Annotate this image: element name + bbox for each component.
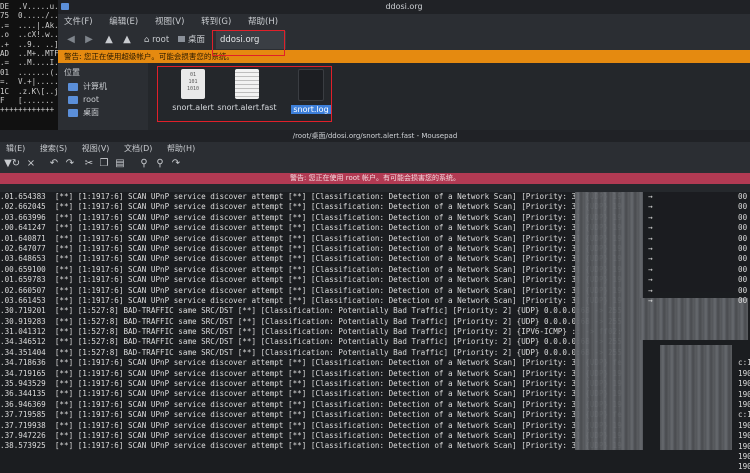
mousepad-menubar: 辑(E) 搜索(S) 视图(V) 文档(D) 帮助(H): [0, 142, 750, 155]
line-tail: 1900: [738, 400, 750, 409]
terminal-line: 01 .......(.: [0, 67, 58, 77]
terminal-line: AD ..M+..MTF: [0, 49, 58, 59]
copy-icon[interactable]: ❐: [98, 157, 110, 171]
file-manager-menubar: 文件(F) 编辑(E) 视图(V) 转到(G) 帮助(H): [58, 14, 750, 30]
line-tail: →: [648, 296, 653, 305]
computer-icon: [68, 82, 78, 91]
line-tail: 1900: [738, 420, 750, 430]
menu-help[interactable]: 帮助(H): [248, 17, 278, 27]
reload-icon[interactable]: ↻: [10, 157, 22, 171]
root-warning-bar: 警告: 您正在使用超级帐户。可能会损害您的系统。: [58, 50, 750, 63]
line-tail: 00: [738, 233, 748, 243]
highlight-box-breadcrumb: [212, 30, 285, 56]
right-fragments: →→→→→→→→→→→c:191900190019001900c:1919001…: [646, 192, 750, 471]
search-icon[interactable]: ⚲: [138, 157, 150, 171]
breadcrumb-desktop[interactable]: 桌面: [178, 33, 205, 47]
menu-edit[interactable]: 辑(E): [6, 144, 25, 153]
redacted-region: [575, 192, 643, 450]
terminal-line: DE .V.....u.: [0, 2, 58, 11]
file-manager-toolbar: ◀ ▶ ▲ ▲ ⌂ root 桌面 ddosi.org: [58, 30, 750, 50]
line-tail: 00: [738, 285, 748, 295]
line-tail: →: [648, 202, 653, 212]
menu-search[interactable]: 搜索(S): [40, 144, 67, 153]
terminal-line: .= ....|.Ak.: [0, 20, 58, 30]
cut-icon[interactable]: ✂: [83, 157, 95, 171]
line-tail: 1900: [738, 389, 750, 399]
line-tail: →: [648, 233, 653, 243]
menu-go[interactable]: 转到(G): [201, 17, 231, 27]
close-icon[interactable]: ×: [25, 157, 37, 171]
line-tail: →: [648, 254, 653, 264]
sidebar-item-computer[interactable]: 计算机: [68, 81, 107, 93]
breadcrumb-root[interactable]: ⌂ root: [144, 33, 169, 47]
menu-file[interactable]: 文件(F): [64, 17, 93, 27]
home-icon: ⌂: [144, 35, 153, 45]
menu-document[interactable]: 文档(D): [124, 144, 152, 153]
line-tail: 1900: [738, 462, 750, 472]
terminal-line: ++++++++++++: [0, 105, 55, 115]
menu-edit[interactable]: 编辑(E): [109, 17, 138, 27]
terminal-line: =. V.+|.....: [0, 77, 58, 87]
line-tail: 00: [738, 296, 748, 305]
line-tail: 1900: [738, 452, 750, 461]
sidebar-header: 位置: [64, 68, 80, 77]
line-tail: c:19: [738, 358, 750, 368]
forward-icon[interactable]: ▶: [82, 33, 96, 47]
terminal-line: 75 0...../..: [0, 11, 58, 21]
line-tail: →: [648, 275, 653, 285]
line-tail: 00: [738, 192, 748, 201]
mousepad-toolbar: ▼ ↻ × ↶ ↷ ✂ ❐ ▤ ⚲ ⚲ ↷: [0, 155, 750, 173]
line-tail: 00: [738, 202, 748, 212]
menu-help[interactable]: 帮助(H): [167, 144, 195, 153]
menu-view[interactable]: 视图(V): [82, 144, 110, 153]
terminal-line: .= ..M....I.: [0, 58, 58, 68]
line-tail: c:19: [738, 410, 750, 420]
back-icon[interactable]: ◀: [64, 33, 78, 47]
line-tail: 00: [738, 254, 748, 264]
folder-icon: [61, 3, 69, 10]
menu-view[interactable]: 视图(V): [155, 17, 184, 27]
background-terminal: DE .V.....u. 75 0...../.. .= ....|.Ak. .o .…: [0, 0, 58, 132]
mousepad-title: /root/桌面/ddosi.org/snort.alert.fast - Mo…: [0, 130, 750, 142]
line-tail: →: [648, 285, 653, 295]
line-tail: →: [648, 244, 653, 253]
folder-icon: [178, 36, 185, 42]
line-tail: →: [648, 212, 653, 222]
line-tail: 00: [738, 244, 748, 253]
highlight-box-files: [157, 66, 332, 122]
root-warning-bar: 警告: 您正在使用 root 帐户。有可能会损害您的系统。: [0, 173, 750, 184]
undo-icon[interactable]: ↶: [48, 157, 60, 171]
terminal-line: 1C .z.K\[..j: [0, 86, 58, 96]
line-tail: 00: [738, 223, 748, 233]
desktop-icon: [68, 108, 78, 117]
terminal-line: F [.......: [0, 96, 55, 106]
line-tail: →: [648, 223, 653, 233]
paste-icon[interactable]: ▤: [114, 157, 126, 171]
sidebar: 位置 计算机 root 桌面: [58, 63, 148, 130]
up-icon[interactable]: ▲: [102, 33, 116, 47]
sidebar-item-desktop[interactable]: 桌面: [68, 107, 99, 119]
redo-icon[interactable]: ↷: [64, 157, 76, 171]
line-tail: 00: [738, 275, 748, 285]
line-tail: 00: [738, 264, 748, 274]
file-manager-title: ddosi.org: [58, 0, 750, 14]
line-tail: 1900: [738, 368, 750, 378]
parent-icon[interactable]: ▲: [120, 33, 134, 47]
tab-strip: [0, 184, 750, 192]
replace-icon[interactable]: ⚲: [154, 157, 166, 171]
line-tail: →: [648, 264, 653, 274]
line-tail: 1900: [738, 379, 750, 389]
line-tail: 1900: [738, 431, 750, 441]
line-tail: 00: [738, 212, 748, 222]
line-tail: →: [648, 192, 653, 201]
home-folder-icon: [68, 95, 78, 104]
goto-icon[interactable]: ↷: [170, 157, 182, 171]
terminal-line: .o ..cX!.w..: [0, 30, 58, 40]
terminal-line: .+ ..9.. ..]: [0, 39, 58, 49]
line-tail: 1900: [738, 441, 750, 451]
sidebar-item-root[interactable]: root: [68, 94, 99, 106]
